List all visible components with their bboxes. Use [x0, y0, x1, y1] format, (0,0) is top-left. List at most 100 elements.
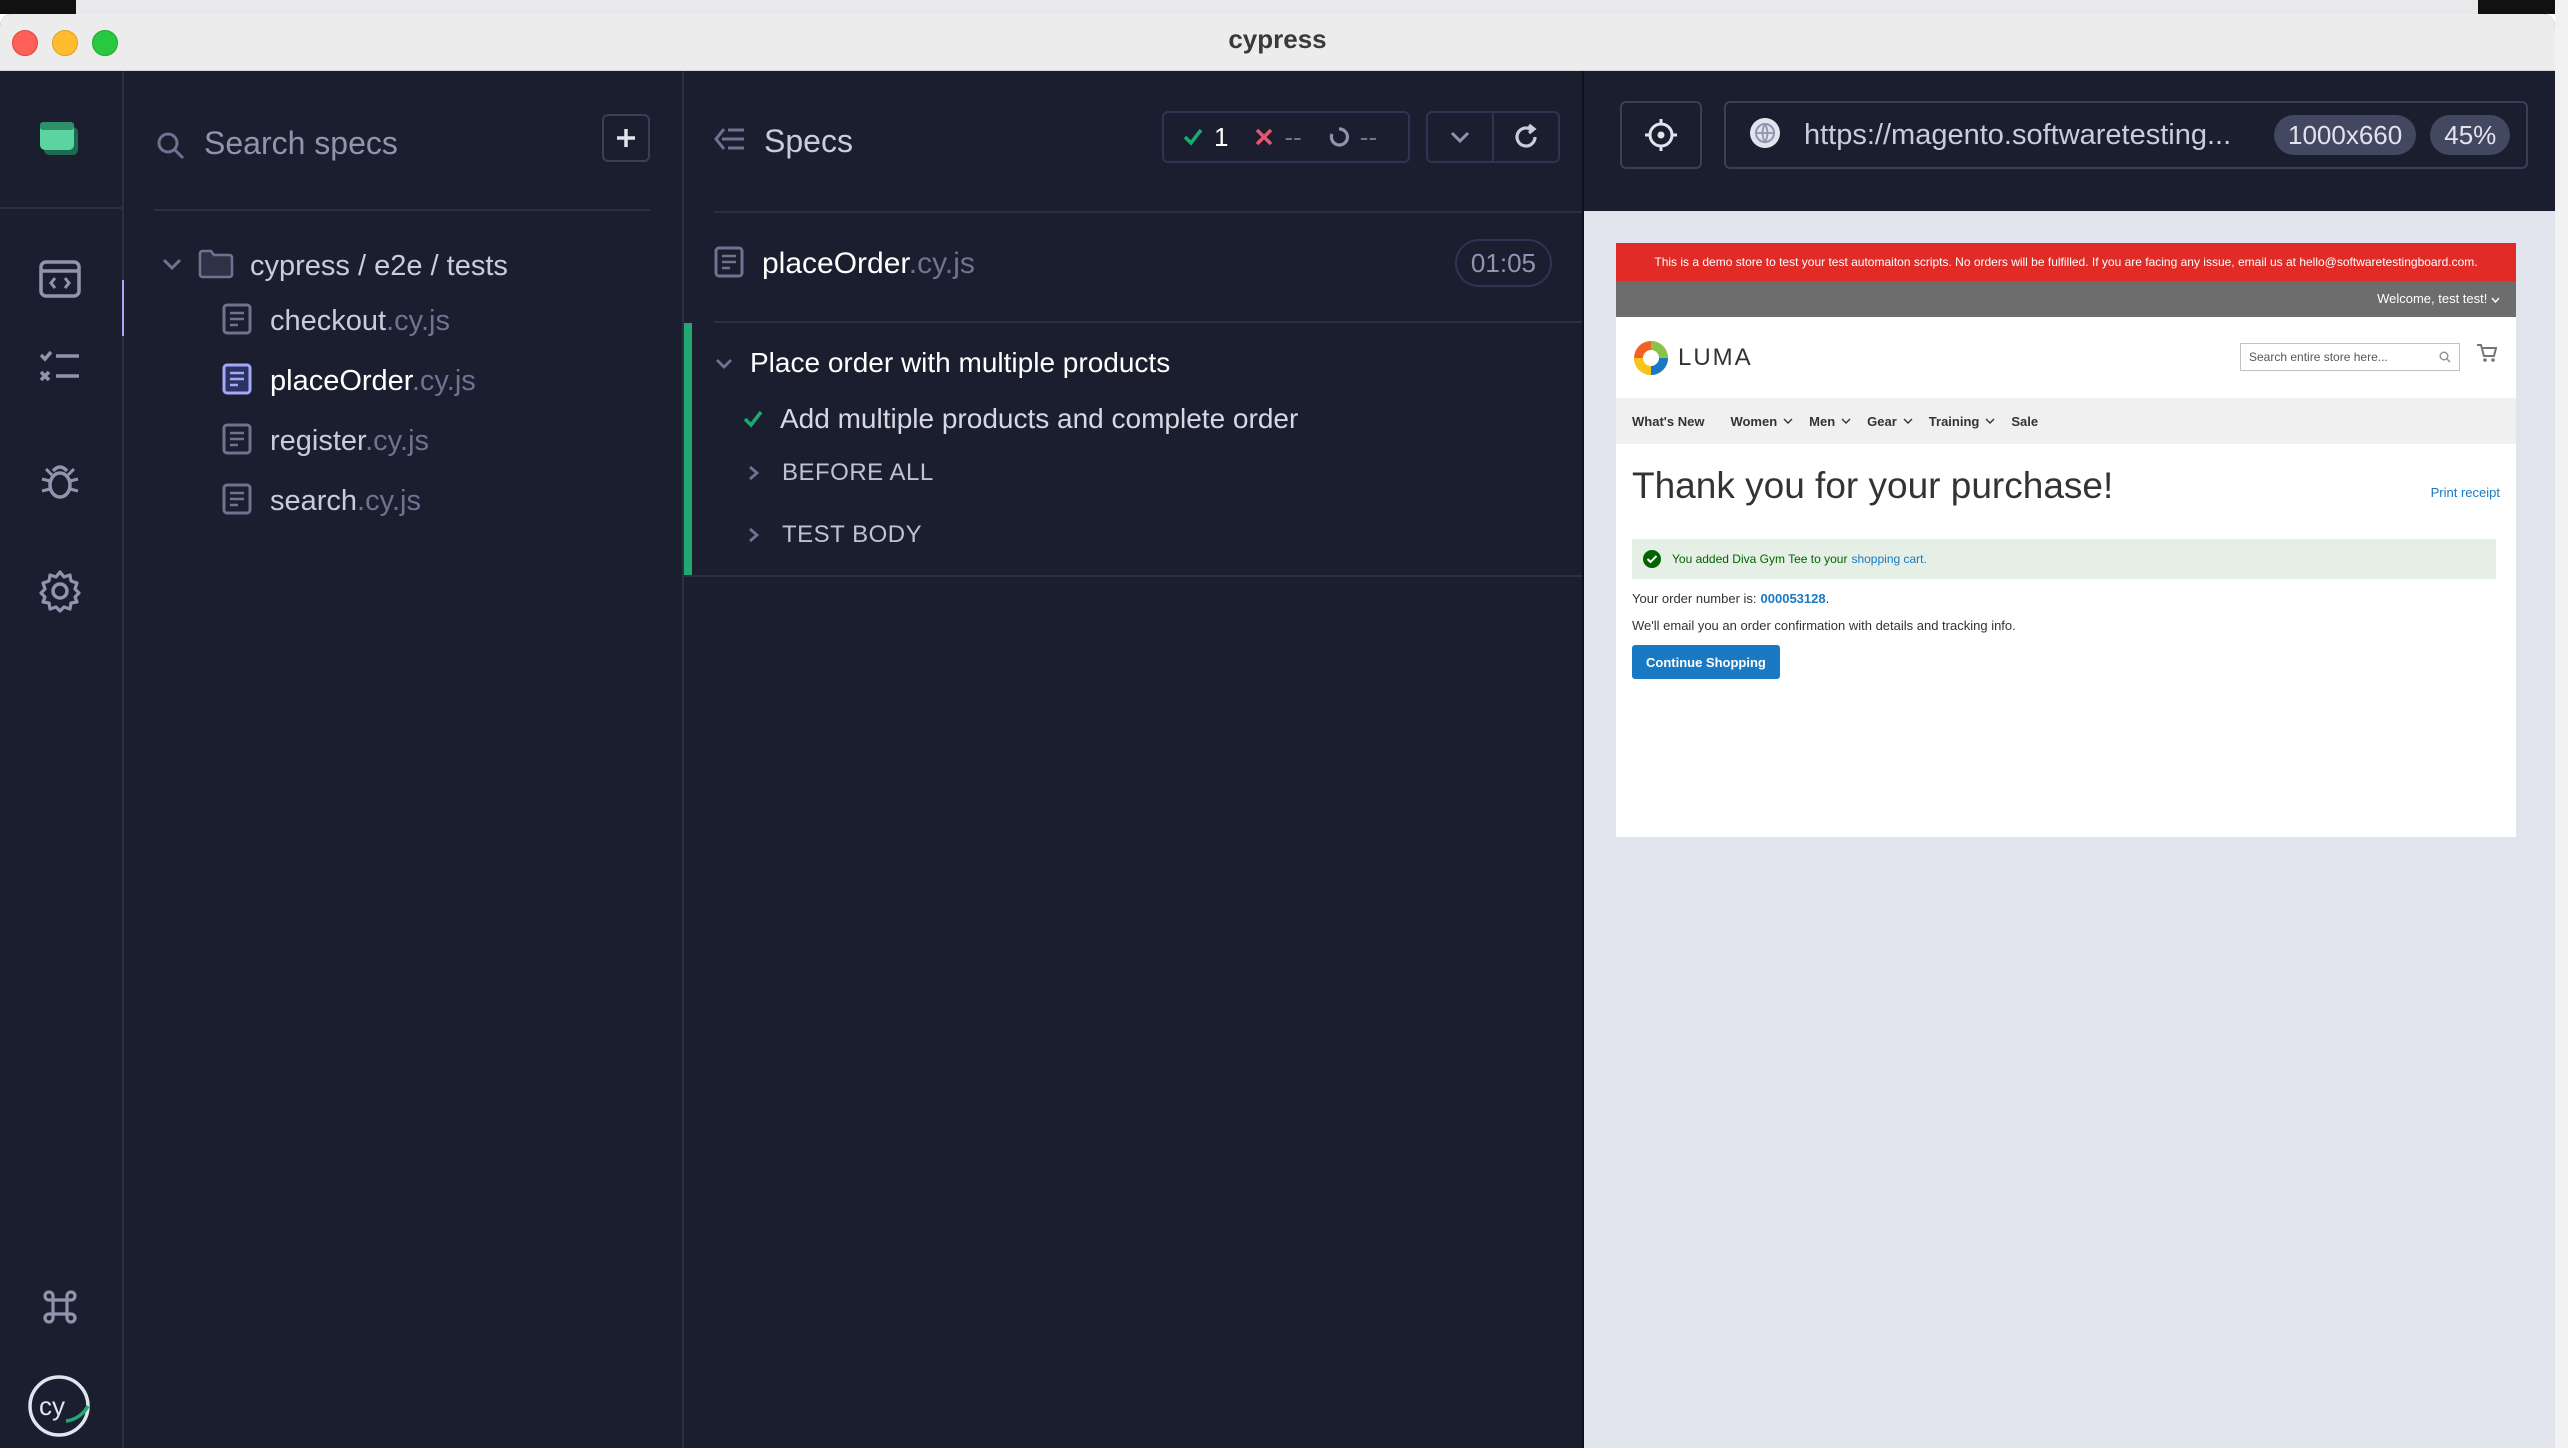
specs-label: Specs — [764, 123, 853, 159]
collapse-all-button[interactable] — [1428, 113, 1492, 161]
nav-men[interactable]: Men — [1809, 414, 1851, 429]
search-icon — [2439, 351, 2451, 363]
aut-header: https://magento.softwaretesting... 1000x… — [1584, 71, 2555, 211]
spec-file-icon — [222, 483, 252, 520]
order-label: Your order number is: — [1632, 591, 1757, 606]
spec-item-search[interactable]: search.cy.js — [222, 476, 421, 526]
aut-iframe: This is a demo store to test your test a… — [1616, 243, 2516, 837]
globe-icon — [1748, 116, 1782, 155]
nav-training[interactable]: Training — [1929, 414, 1996, 429]
order-number-link[interactable]: 000053128 — [1761, 591, 1826, 606]
chevron-down-icon — [1450, 131, 1470, 144]
chevron-down-icon — [716, 359, 732, 369]
divider — [154, 209, 650, 211]
spec-item-checkout[interactable]: checkout.cy.js — [222, 296, 450, 346]
hook-label: BEFORE ALL — [782, 459, 934, 486]
chevron-down-icon — [1841, 418, 1851, 424]
nav-whats-new[interactable]: What's New — [1632, 414, 1704, 429]
desktop-strip — [0, 0, 2568, 14]
shopping-cart-icon[interactable] — [2476, 343, 2498, 368]
new-spec-button[interactable] — [602, 114, 650, 162]
spec-folder-row[interactable]: cypress / e2e / tests — [160, 241, 508, 291]
chevron-down-icon — [1783, 418, 1793, 424]
success-message: You added Diva Gym Tee to your shopping … — [1632, 539, 2496, 579]
chevron-down-icon — [160, 252, 184, 281]
spec-basename: register — [270, 424, 366, 457]
settings-gear-icon[interactable] — [30, 561, 90, 621]
cross-icon — [1256, 128, 1273, 146]
store-search-input[interactable]: Search entire store here... — [2240, 343, 2460, 371]
welcome-label: Welcome, test test! — [2377, 291, 2488, 306]
spec-item-placeorder[interactable]: placeOrder.cy.js — [222, 356, 476, 406]
demo-store-banner: This is a demo store to test your test a… — [1616, 243, 2516, 281]
logo-text: LUMA — [1678, 344, 1753, 371]
specs-panel: cypress / e2e / tests checkout.cy.js pla… — [124, 71, 684, 1448]
window-title: cypress — [1228, 24, 1327, 54]
app-under-test-panel: https://magento.softwaretesting... 1000x… — [1584, 71, 2555, 1448]
spec-file-title: placeOrder.cy.js — [762, 247, 975, 281]
selector-playground-button[interactable] — [1620, 101, 1702, 169]
order-suffix: . — [1825, 591, 1830, 606]
cypress-logo-icon[interactable]: cy — [24, 1371, 94, 1441]
nav-women[interactable]: Women — [1730, 414, 1793, 429]
failed-count: -- — [1284, 121, 1302, 152]
debug-bug-icon[interactable] — [30, 451, 90, 511]
luma-logo[interactable]: LUMA — [1632, 339, 1753, 377]
suite-header[interactable]: Place order with multiple products — [714, 347, 1170, 379]
shopping-cart-link[interactable]: shopping cart. — [1851, 552, 1926, 566]
search-icon — [156, 131, 186, 166]
suite-pass-indicator — [684, 323, 692, 575]
print-receipt-link[interactable]: Print receipt — [2431, 485, 2500, 500]
specs-toggle-button[interactable]: Specs — [714, 123, 853, 160]
keyboard-shortcuts-icon[interactable] — [30, 1277, 90, 1337]
passed-count: 1 — [1214, 121, 1229, 152]
aut-url: https://magento.softwaretesting... — [1804, 118, 2232, 151]
chevron-down-icon — [1903, 418, 1913, 424]
nav-label: Training — [1928, 413, 1980, 429]
crosshair-icon — [1645, 119, 1677, 151]
spec-item-register[interactable]: register.cy.js — [222, 416, 429, 466]
viewport-size-badge[interactable]: 1000x660 — [2274, 115, 2417, 155]
window-titlebar: cypress — [0, 14, 2555, 71]
spec-name: checkout.cy.js — [270, 305, 450, 338]
continue-shopping-button[interactable]: Continue Shopping — [1632, 645, 1780, 679]
spec-file-basename: placeOrder — [762, 247, 909, 280]
welcome-message[interactable]: Welcome, test test! — [2377, 291, 2500, 306]
spec-file-icon — [222, 363, 252, 400]
runs-browser-icon[interactable] — [30, 249, 90, 309]
nav-label: Men — [1809, 413, 1836, 429]
specs-list-icon[interactable] — [30, 337, 90, 397]
success-text: You added Diva Gym Tee to your — [1672, 552, 1848, 566]
cypress-window: cypress cy Search specs cypress / e2e / … — [0, 14, 2555, 1448]
reporter-controls — [1426, 111, 1560, 163]
success-check-icon — [1643, 550, 1661, 568]
left-nav-rail: cy — [0, 71, 124, 1448]
test-stats: 1 -- -- — [1162, 111, 1410, 163]
search-specs-input[interactable] — [202, 119, 566, 167]
nav-gear[interactable]: Gear — [1867, 414, 1913, 429]
hook-test-body[interactable]: TEST BODY — [746, 521, 922, 549]
email-confirmation-note: We'll email you an order confirmation wi… — [1632, 618, 2016, 633]
reporter-panel: Specs 1 -- -- placeOrder.cy.js 01:05 Pla… — [684, 71, 1584, 1448]
spec-extension: .cy.js — [365, 424, 430, 457]
passed-stat: 1 — [1182, 122, 1228, 153]
nav-label: Women — [1730, 413, 1778, 429]
test-item[interactable]: Add multiple products and complete order — [742, 403, 1298, 435]
spec-basename: search — [270, 484, 358, 517]
spec-name: search.cy.js — [270, 485, 421, 518]
test-suite: Place order with multiple products Add m… — [684, 323, 1582, 575]
zoom-level-badge[interactable]: 45% — [2430, 115, 2511, 155]
order-number-line: Your order number is: 000053128 . — [1632, 591, 1829, 606]
spec-file-header: placeOrder.cy.js 01:05 — [714, 239, 1552, 289]
nav-sale[interactable]: Sale — [2011, 414, 2038, 429]
svg-text:cy: cy — [39, 1391, 65, 1421]
test-title: Add multiple products and complete order — [780, 403, 1299, 434]
aut-url-bar[interactable]: https://magento.softwaretesting... 1000x… — [1724, 101, 2528, 169]
desktop-menubar-fragment — [0, 0, 76, 14]
project-icon[interactable] — [30, 109, 90, 169]
spec-extension: .cy.js — [357, 484, 421, 517]
hook-before-all[interactable]: BEFORE ALL — [746, 459, 934, 487]
chevron-down-icon — [1985, 418, 1995, 424]
rerun-tests-button[interactable] — [1492, 113, 1558, 161]
spec-basename: checkout — [270, 304, 387, 337]
